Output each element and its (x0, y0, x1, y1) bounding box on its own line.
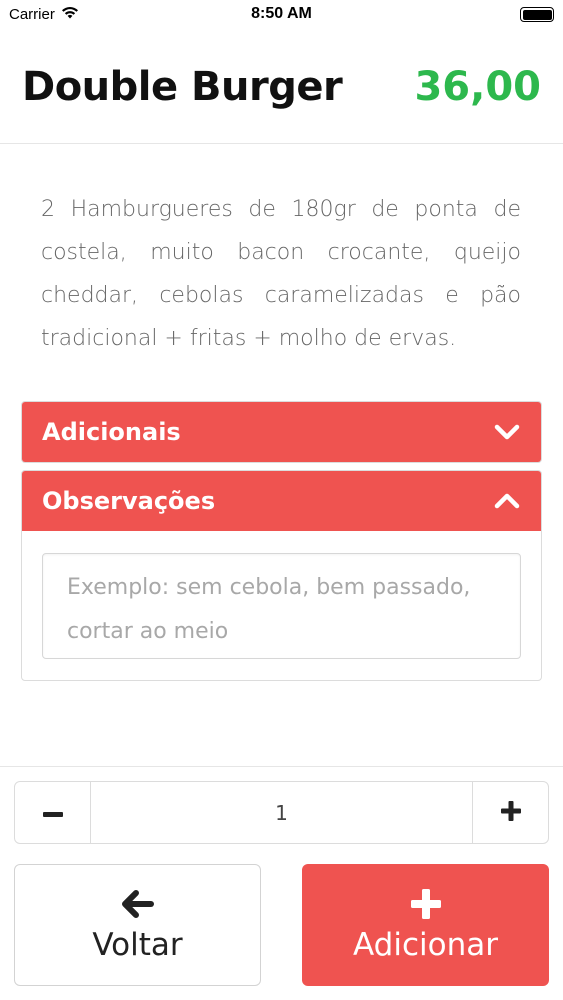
add-to-cart-button[interactable]: Adicionar (302, 864, 549, 986)
chevron-up-icon (493, 487, 521, 515)
observacoes-toggle[interactable]: Observações (22, 471, 541, 531)
quantity-value[interactable]: 1 (90, 782, 473, 843)
footer-divider (0, 766, 563, 767)
plus-icon (409, 887, 443, 921)
observacoes-panel: Observações (21, 470, 542, 681)
arrow-left-icon (121, 887, 155, 921)
adicionais-toggle[interactable]: Adicionais (22, 402, 541, 462)
product-title: Double Burger (22, 64, 343, 110)
plus-icon (500, 800, 521, 825)
product-description: 2 Hamburgueres de 180gr de ponta de cost… (41, 197, 521, 351)
back-button[interactable]: Voltar (14, 864, 261, 986)
adicionais-label: Adicionais (42, 418, 181, 446)
observacoes-body (22, 531, 541, 680)
add-to-cart-label: Adicionar (353, 927, 498, 963)
minus-icon (42, 803, 63, 822)
increment-button[interactable] (473, 782, 548, 843)
status-bar: Carrier 8:50 AM (0, 0, 563, 30)
decrement-button[interactable] (15, 782, 90, 843)
status-time: 8:50 AM (251, 5, 312, 22)
battery-icon (520, 7, 554, 22)
quantity-stepper: 1 (14, 781, 549, 844)
back-button-label: Voltar (92, 927, 183, 963)
adicionais-panel: Adicionais (21, 401, 542, 463)
observacoes-label: Observações (42, 487, 216, 515)
chevron-down-icon (493, 418, 521, 446)
product-price: 36,00 (414, 64, 541, 110)
observacoes-textarea[interactable] (42, 553, 521, 659)
product-header: Double Burger 36,00 (0, 40, 563, 144)
